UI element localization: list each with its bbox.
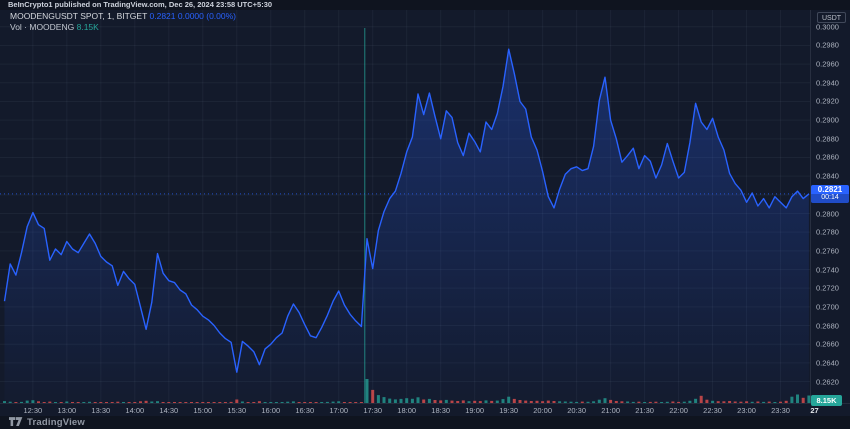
chart-legend: MOODENGUSDT SPOT, 1, BITGET 0.2821 0.000… (10, 12, 236, 33)
time-tick-label: 18:30 (431, 406, 450, 415)
time-tick-label: 14:00 (125, 406, 144, 415)
time-tick-label: 16:30 (295, 406, 314, 415)
time-tick-label: 14:30 (159, 406, 178, 415)
legend-volume-row[interactable]: Vol · MOODENG 8.15K (10, 23, 236, 33)
price-tick-label: 0.2900 (816, 116, 839, 125)
price-tick-label: 0.2940 (816, 78, 839, 87)
price-change-value: 0.0000 (178, 11, 204, 21)
time-tick-label: 17:00 (329, 406, 348, 415)
date-tick-label: 27 (810, 406, 818, 415)
time-tick-label: 18:00 (397, 406, 416, 415)
price-tick-label: 0.2880 (816, 134, 839, 143)
price-tick-label: 0.2740 (816, 265, 839, 274)
time-tick-label: 16:00 (261, 406, 280, 415)
time-tick-label: 22:00 (669, 406, 688, 415)
branding-bar: TradingView (0, 416, 850, 429)
price-tick-label: 0.2700 (816, 302, 839, 311)
time-tick-label: 21:00 (601, 406, 620, 415)
legend-symbol-row[interactable]: MOODENGUSDT SPOT, 1, BITGET 0.2821 0.000… (10, 12, 236, 22)
price-tick-label: 0.2780 (816, 228, 839, 237)
price-tick-label: 0.2680 (816, 321, 839, 330)
tradingview-wordmark[interactable]: TradingView (27, 417, 85, 428)
price-tick-label: 0.2800 (816, 209, 839, 218)
price-tick-label: 0.2920 (816, 97, 839, 106)
price-tick-label: 0.2660 (816, 340, 839, 349)
bar-countdown: 00:14 (811, 194, 849, 203)
time-tick-label: 22:30 (703, 406, 722, 415)
tradingview-logo-icon (9, 417, 23, 428)
last-price-badge: 0.2821 00:14 (811, 185, 849, 203)
tradingview-published-chart: BeInCrypto1 published on TradingView.com… (0, 0, 850, 429)
price-tick-label: 0.2620 (816, 377, 839, 386)
time-tick-label: 15:00 (193, 406, 212, 415)
time-tick-label: 20:30 (567, 406, 586, 415)
time-tick-label: 21:30 (635, 406, 654, 415)
price-chart-canvas[interactable] (0, 0, 850, 429)
last-price-badge-value: 0.2821 (811, 185, 849, 195)
time-tick-label: 19:00 (465, 406, 484, 415)
currency-toggle-button[interactable]: USDT (817, 12, 846, 23)
price-change-percent: (0.00%) (206, 11, 236, 21)
price-tick-label: 0.2760 (816, 246, 839, 255)
time-tick-label: 19:30 (499, 406, 518, 415)
price-tick-label: 0.2960 (816, 60, 839, 69)
price-tick-label: 0.2840 (816, 172, 839, 181)
time-scale[interactable]: 12:30 13:00 13:30 14:00 14:30 15:00 15:30 16:00… (0, 403, 850, 416)
price-tick-label: 0.2980 (816, 41, 839, 50)
attribution-bar: BeInCrypto1 published on TradingView.com… (0, 0, 850, 10)
time-tick-label: 15:30 (227, 406, 246, 415)
attribution-text: BeInCrypto1 published on TradingView.com… (8, 0, 272, 9)
price-tick-label: 0.2720 (816, 284, 839, 293)
time-tick-label: 23:30 (771, 406, 790, 415)
time-tick-label: 17:30 (363, 406, 382, 415)
time-tick-label: 12:30 (23, 406, 42, 415)
last-price-value: 0.2821 (150, 11, 176, 21)
time-tick-label: 13:00 (57, 406, 76, 415)
time-tick-label: 13:30 (91, 406, 110, 415)
time-tick-label: 23:00 (737, 406, 756, 415)
volume-indicator-value: 8.15K (77, 22, 99, 32)
volume-indicator-label: Vol · MOODENG (10, 22, 74, 32)
time-tick-label: 20:00 (533, 406, 552, 415)
volume-axis-badge: 8.15K (811, 395, 842, 406)
price-tick-label: 0.2640 (816, 358, 839, 367)
price-tick-label: 0.2860 (816, 153, 839, 162)
price-scale[interactable]: 0.30000.29800.29600.29400.29200.29000.28… (810, 10, 850, 403)
symbol-title: MOODENGUSDT SPOT, 1, BITGET (10, 11, 147, 21)
